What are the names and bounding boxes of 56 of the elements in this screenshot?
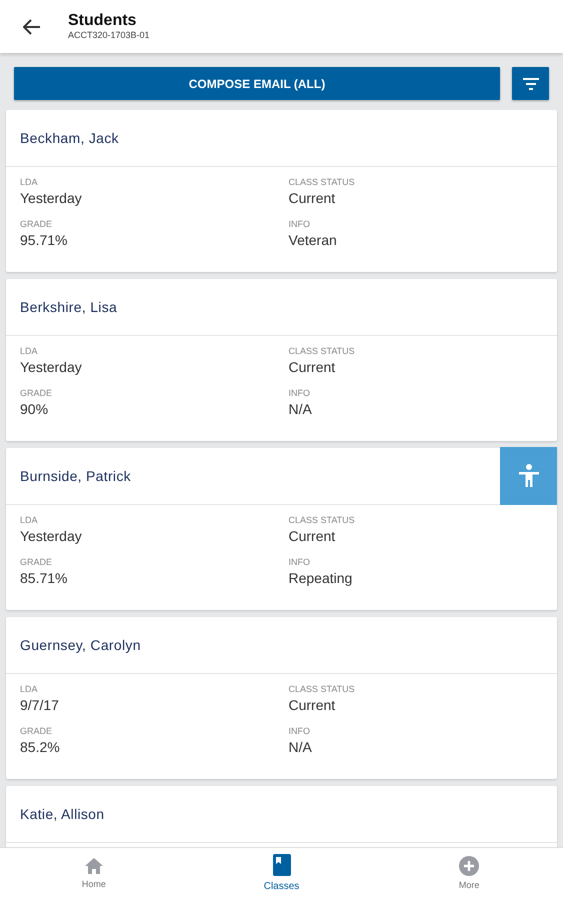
filter-icon (522, 78, 538, 90)
course-code: ACCT320-1703B-01 (68, 30, 150, 41)
student-name: Guernsey, Carolyn (20, 636, 141, 655)
field-value: Repeating (288, 569, 354, 588)
student-name: Burnside, Patrick (20, 466, 131, 486)
plus-circle-icon (459, 856, 480, 876)
accessibility-button[interactable] (500, 447, 557, 505)
student-name: Beckham, Jack (20, 128, 119, 148)
field-label: GRADE (20, 556, 54, 568)
page-title: Students (68, 12, 138, 30)
field-label: GRADE (20, 218, 54, 230)
field-value: Current (288, 696, 336, 715)
field-label: CLASS STATUS (288, 345, 356, 357)
field-value: Current (288, 527, 336, 546)
person-icon (518, 464, 540, 488)
field-label: LDA (20, 176, 39, 188)
field-label: CLASS STATUS (288, 683, 356, 695)
back-arrow-icon (23, 18, 41, 34)
field-label: GRADE (20, 387, 54, 399)
field-label: INFO (288, 387, 311, 399)
field-value: Current (288, 189, 336, 208)
field-value: Yesterday (20, 189, 83, 208)
field-label: INFO (288, 218, 311, 230)
field-label: CLASS STATUS (288, 514, 356, 526)
student-card[interactable]: Burnside, Patrick LDA Yesterday CLASS STATUS Current GRADE 85.71% INFO Repeating (6, 448, 557, 610)
nav-tab[interactable]: Classes (188, 848, 376, 900)
field-value: Current (288, 358, 336, 377)
field-label: LDA (20, 683, 39, 695)
field-value: Yesterday (20, 527, 83, 546)
field-label: CLASS STATUS (288, 176, 356, 188)
student-name: Berkshire, Lisa (20, 298, 118, 316)
student-card[interactable]: Beckham, Jack LDA Yesterday CLASS STATUS Current GRADE 95.71% INFO Veteran (6, 110, 557, 272)
student-card[interactable]: Katie, Allison (6, 786, 557, 847)
home-icon (84, 856, 104, 875)
field-value: 9/7/17 (20, 696, 60, 715)
field-value: N/A (288, 400, 313, 419)
field-value: 85.2% (20, 738, 61, 757)
field-label: LDA (20, 514, 39, 526)
compose-email-button[interactable]: COMPOSE EMAIL (ALL) (14, 67, 500, 100)
student-card[interactable]: Guernsey, Carolyn LDA 9/7/17 CLASS STATUS Current GRADE 85.2% INFO N/A (6, 617, 557, 779)
book-icon (272, 854, 290, 876)
nav-tab[interactable]: Home (0, 848, 188, 900)
field-value: Veteran (288, 231, 338, 250)
field-label: INFO (288, 725, 311, 737)
field-value: N/A (288, 738, 313, 757)
field-label: LDA (20, 345, 39, 357)
nav-tab[interactable]: More (375, 848, 563, 900)
filter-button[interactable] (512, 67, 549, 100)
field-value: 90% (20, 400, 50, 419)
field-value: 85.71% (20, 569, 68, 588)
field-value: Yesterday (20, 358, 83, 377)
student-name: Katie, Allison (20, 804, 104, 824)
field-value: 95.71% (20, 231, 68, 250)
field-label: GRADE (20, 725, 54, 737)
field-label: INFO (288, 556, 311, 568)
student-card[interactable]: Berkshire, Lisa LDA Yesterday CLASS STATUS Current GRADE 90% INFO N/A (6, 279, 557, 441)
